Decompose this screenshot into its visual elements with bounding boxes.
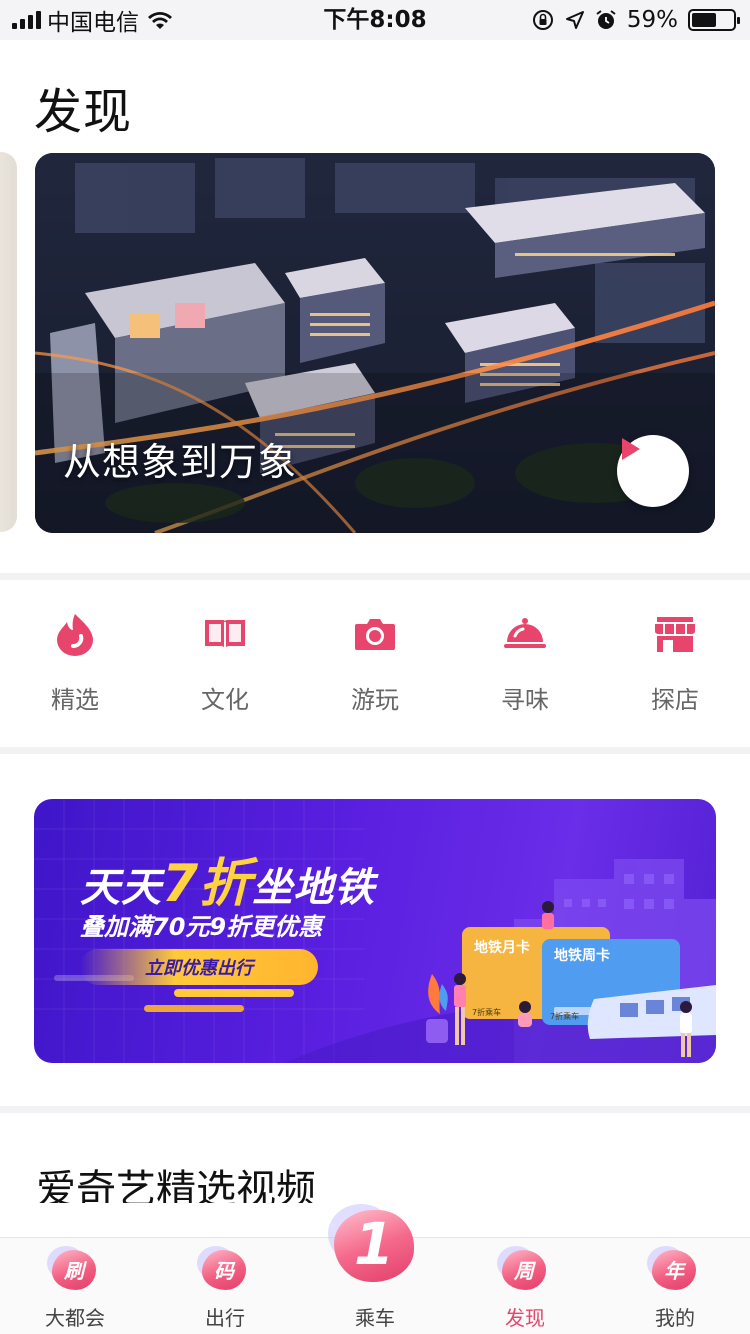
metro-promo-banner[interactable]: 天天7折坐地铁 叠加满70元9折更优惠 立即优惠出行 地铁月卡 地铁周卡 7折乘… [34,799,716,1063]
tab-label: 发现 [505,1306,545,1330]
tab-label: 大都会 [45,1306,105,1330]
orientation-lock-icon [532,10,553,30]
tab-label: 乘车 [355,1306,395,1330]
status-bar: 中国电信 下午8:08 59% [0,0,750,40]
code-badge-icon: 码 [197,1246,246,1290]
video-section-title: 爱奇艺精选视频 [36,1167,316,1203]
promo-headline-pre: 天天 [80,865,162,911]
category-label: 探店 [651,686,699,714]
category-label: 精选 [51,686,99,714]
battery-percent: 59% [626,7,678,33]
tab-label: 我的 [655,1306,695,1330]
category-label: 游玩 [351,686,399,714]
section-divider [0,747,750,754]
tab-discover[interactable]: 周 发现 [450,1238,600,1334]
tab-travel[interactable]: 码 出行 [150,1238,300,1334]
alarm-icon [596,10,616,29]
section-divider [0,573,750,580]
weekly-card-label: 地铁周卡 [554,948,610,964]
flame-icon [51,610,99,658]
category-culture[interactable]: 文化 [150,600,300,730]
monthly-card-note: 7折乘车 [472,1008,502,1017]
week-badge-icon: 周 [497,1246,546,1290]
section-divider [0,1106,750,1113]
play-icon [622,438,640,460]
scan-badge-icon: 刷 [47,1246,96,1290]
category-play[interactable]: 游玩 [300,600,450,730]
category-shops[interactable]: 探店 [600,600,750,730]
play-button[interactable] [617,435,689,507]
weekly-card-note: 7折乘车 [550,1012,580,1021]
book-icon [201,610,249,658]
promo-subline: 叠加满70元9折更优惠 [80,913,323,941]
page-title: 发现 [34,84,133,140]
carousel-prev-card[interactable] [0,152,17,532]
tab-mine[interactable]: 年 我的 [600,1238,750,1334]
tab-label: 出行 [205,1306,245,1330]
promo-cta-button[interactable]: 立即优惠出行 [80,949,318,985]
camera-icon [351,610,399,658]
monthly-card-label: 地铁月卡 [474,940,530,956]
status-right: 59% [531,0,740,40]
category-row: 精选 文化 游玩 寻味 探店 [0,600,750,730]
year-badge-icon: 年 [647,1246,696,1290]
promo-headline: 天天7折坐地铁 [80,841,375,916]
promo-headline-post: 坐地铁 [252,865,376,911]
hero-caption: 从想象到万象 [63,440,298,484]
category-label: 文化 [201,686,249,714]
battery-icon [688,9,740,31]
food-cloche-icon [501,610,549,658]
category-featured[interactable]: 精选 [0,600,150,730]
tab-metropolis[interactable]: 刷 大都会 [0,1238,150,1334]
store-icon [651,610,699,658]
location-icon [565,11,584,29]
ride-center-badge-icon[interactable]: 1 [328,1204,418,1284]
promo-headline-accent: 7折 [162,854,253,914]
hero-video-card[interactable]: 从想象到万象 [35,153,715,533]
category-food[interactable]: 寻味 [450,600,600,730]
category-label: 寻味 [501,686,549,714]
